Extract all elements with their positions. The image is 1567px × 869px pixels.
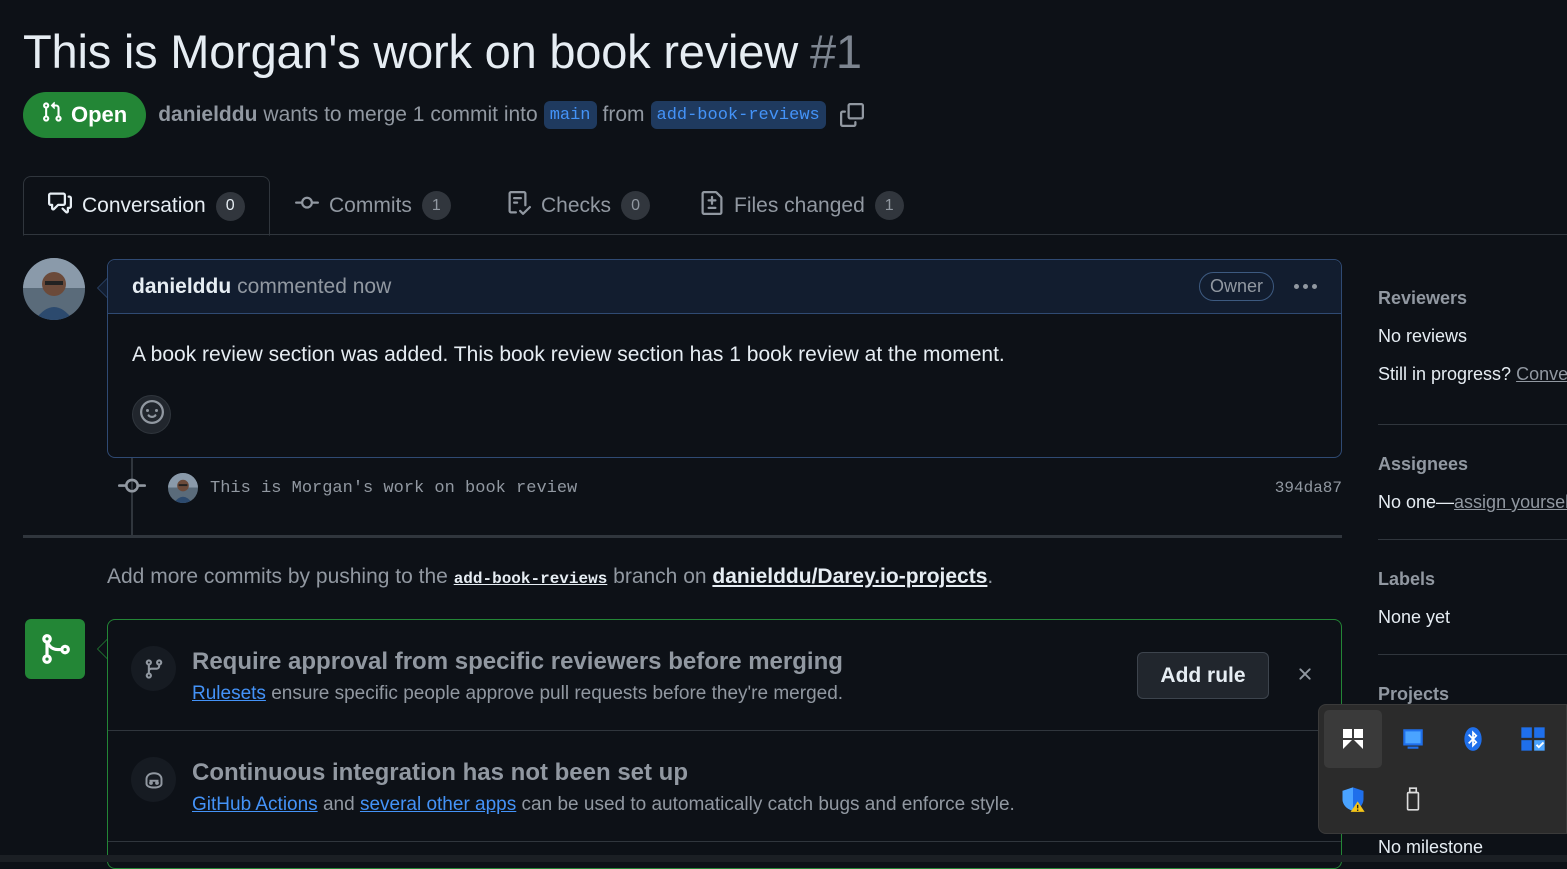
smiley-icon: [139, 400, 164, 429]
hint-middle: branch on: [613, 565, 707, 588]
hint-branch[interactable]: add-book-reviews: [454, 570, 608, 588]
projects-heading[interactable]: Projects: [1378, 684, 1567, 705]
ci-desc: GitHub Actions and several other apps ca…: [192, 794, 1341, 816]
comment-discussion-icon: [48, 191, 72, 221]
owner-badge: Owner: [1198, 272, 1274, 301]
assignees-none: No one—: [1378, 492, 1455, 512]
rulesets-section: Require approval from specific reviewers…: [108, 620, 1341, 731]
labels-value: None yet: [1378, 607, 1451, 627]
comment-timestamp[interactable]: commented now: [237, 275, 391, 299]
other-apps-link[interactable]: several other apps: [360, 794, 516, 815]
file-diff-icon: [700, 190, 724, 221]
add-rule-button[interactable]: Add rule: [1137, 652, 1269, 699]
status-label: Open: [71, 102, 128, 127]
commit-message[interactable]: This is Morgan's work on book review: [210, 479, 577, 498]
assign-yourself-link[interactable]: assign yourself: [1454, 492, 1567, 512]
sidebar-separator: [1378, 654, 1567, 655]
git-pull-request-icon: [41, 101, 63, 129]
base-branch[interactable]: main: [543, 101, 597, 129]
hint-prefix: Add more commits by pushing to the: [107, 565, 448, 588]
commit-sha[interactable]: 394da87: [1275, 479, 1342, 497]
draft-hint: Still in progress? Convert to draft: [1378, 364, 1567, 385]
pinned-app-icon[interactable]: [1324, 710, 1382, 768]
status-badge: Open: [23, 92, 147, 138]
merge-description: danielddu wants to merge 1 commit into m…: [158, 101, 864, 129]
comment-card: danielddu commented now Owner A book rev…: [107, 259, 1342, 458]
push-hint: Add more commits by pushing to the add-b…: [107, 565, 993, 589]
task-manager-icon[interactable]: [1504, 710, 1562, 768]
comment-header: danielddu commented now Owner: [108, 260, 1341, 314]
windows-update-icon[interactable]: [1384, 710, 1442, 768]
bluetooth-icon[interactable]: [1444, 710, 1502, 768]
security-warning-icon[interactable]: [1324, 770, 1382, 828]
add-reaction-button[interactable]: [132, 395, 171, 434]
ci-title: Continuous integration has not been set …: [192, 759, 688, 786]
copilot-icon: [131, 757, 176, 802]
author-link[interactable]: danielddu: [158, 103, 257, 127]
sidebar-separator: [1378, 539, 1567, 540]
tab-counter: 0: [215, 191, 245, 221]
checklist-icon: [507, 190, 532, 221]
usb-drive-icon[interactable]: [1384, 770, 1442, 828]
commit-row: This is Morgan's work on book review 394…: [118, 470, 1342, 506]
git-commit-icon: [118, 472, 146, 505]
pr-tabs: Conversation 0 Commits 1 Checks 0 Files …: [23, 176, 1567, 236]
merge-box: Require approval from specific reviewers…: [107, 619, 1342, 869]
convert-to-draft-link[interactable]: Convert to draft: [1516, 364, 1567, 384]
tab-label: Commits: [329, 193, 412, 217]
ci-section: Continuous integration has not been set …: [108, 731, 1341, 842]
avatar[interactable]: [23, 258, 85, 320]
tab-counter: 0: [621, 191, 651, 220]
pr-title-text: This is Morgan's work on book review: [23, 25, 798, 78]
tab-counter: 1: [874, 191, 904, 220]
reviewers-value: No reviews: [1378, 326, 1468, 346]
reviewers-heading[interactable]: Reviewers: [1378, 288, 1567, 309]
ci-desc-text: can be used to automatically catch bugs …: [521, 794, 1015, 815]
pr-title: This is Morgan's work on book review #1: [23, 24, 862, 79]
tab-conversation[interactable]: Conversation 0: [23, 176, 270, 236]
github-actions-link[interactable]: GitHub Actions: [192, 794, 318, 815]
close-icon[interactable]: [1295, 664, 1315, 689]
kebab-menu-icon[interactable]: [1294, 284, 1317, 289]
commit-author-avatar[interactable]: [168, 473, 198, 503]
labels-heading[interactable]: Labels: [1378, 569, 1567, 590]
system-tray-flyout: [1318, 704, 1567, 834]
from-text: from: [602, 103, 645, 126]
head-branch[interactable]: add-book-reviews: [650, 101, 826, 129]
tab-commits[interactable]: Commits 1: [295, 176, 451, 235]
comment-author[interactable]: danielddu: [132, 275, 231, 299]
sidebar-separator: [1378, 424, 1567, 425]
sidebar-assignees: Assignees No one—assign yourself: [1378, 454, 1567, 513]
tab-checks[interactable]: Checks 0: [507, 176, 651, 235]
tab-label: Files changed: [734, 193, 865, 217]
tab-label: Conversation: [82, 194, 206, 217]
sidebar-projects: Projects: [1378, 684, 1567, 705]
timeline-divider: [23, 535, 1342, 538]
rulesets-link[interactable]: Rulesets: [192, 683, 266, 704]
draft-hint-text: Still in progress?: [1378, 364, 1512, 384]
sidebar-reviewers: Reviewers No reviews Still in progress? …: [1378, 288, 1567, 385]
sidebar-labels: Labels None yet: [1378, 569, 1567, 628]
git-commit-icon: [295, 191, 319, 221]
ci-and: and: [322, 794, 355, 815]
comment-body: A book review section was added. This bo…: [132, 343, 1005, 366]
assignees-value: No one—assign yourself: [1378, 492, 1567, 513]
tab-files-changed[interactable]: Files changed 1: [700, 176, 904, 235]
git-branch-icon: [131, 646, 176, 691]
hint-suffix: .: [987, 565, 994, 588]
copy-icon[interactable]: [839, 103, 864, 127]
taskbar-edge: [0, 855, 1567, 862]
git-merge-icon: [25, 619, 85, 679]
pr-number: #1: [809, 25, 862, 78]
tab-counter: 1: [421, 191, 451, 220]
rulesets-desc-text: ensure specific people approve pull requ…: [271, 683, 844, 704]
repo-link[interactable]: danielddu/Darey.io-projects: [712, 565, 987, 588]
tab-label: Checks: [541, 193, 612, 217]
assignees-heading[interactable]: Assignees: [1378, 454, 1567, 475]
pr-meta: Open danielddu wants to merge 1 commit i…: [23, 91, 864, 139]
merge-text: wants to merge 1 commit into: [263, 103, 538, 126]
